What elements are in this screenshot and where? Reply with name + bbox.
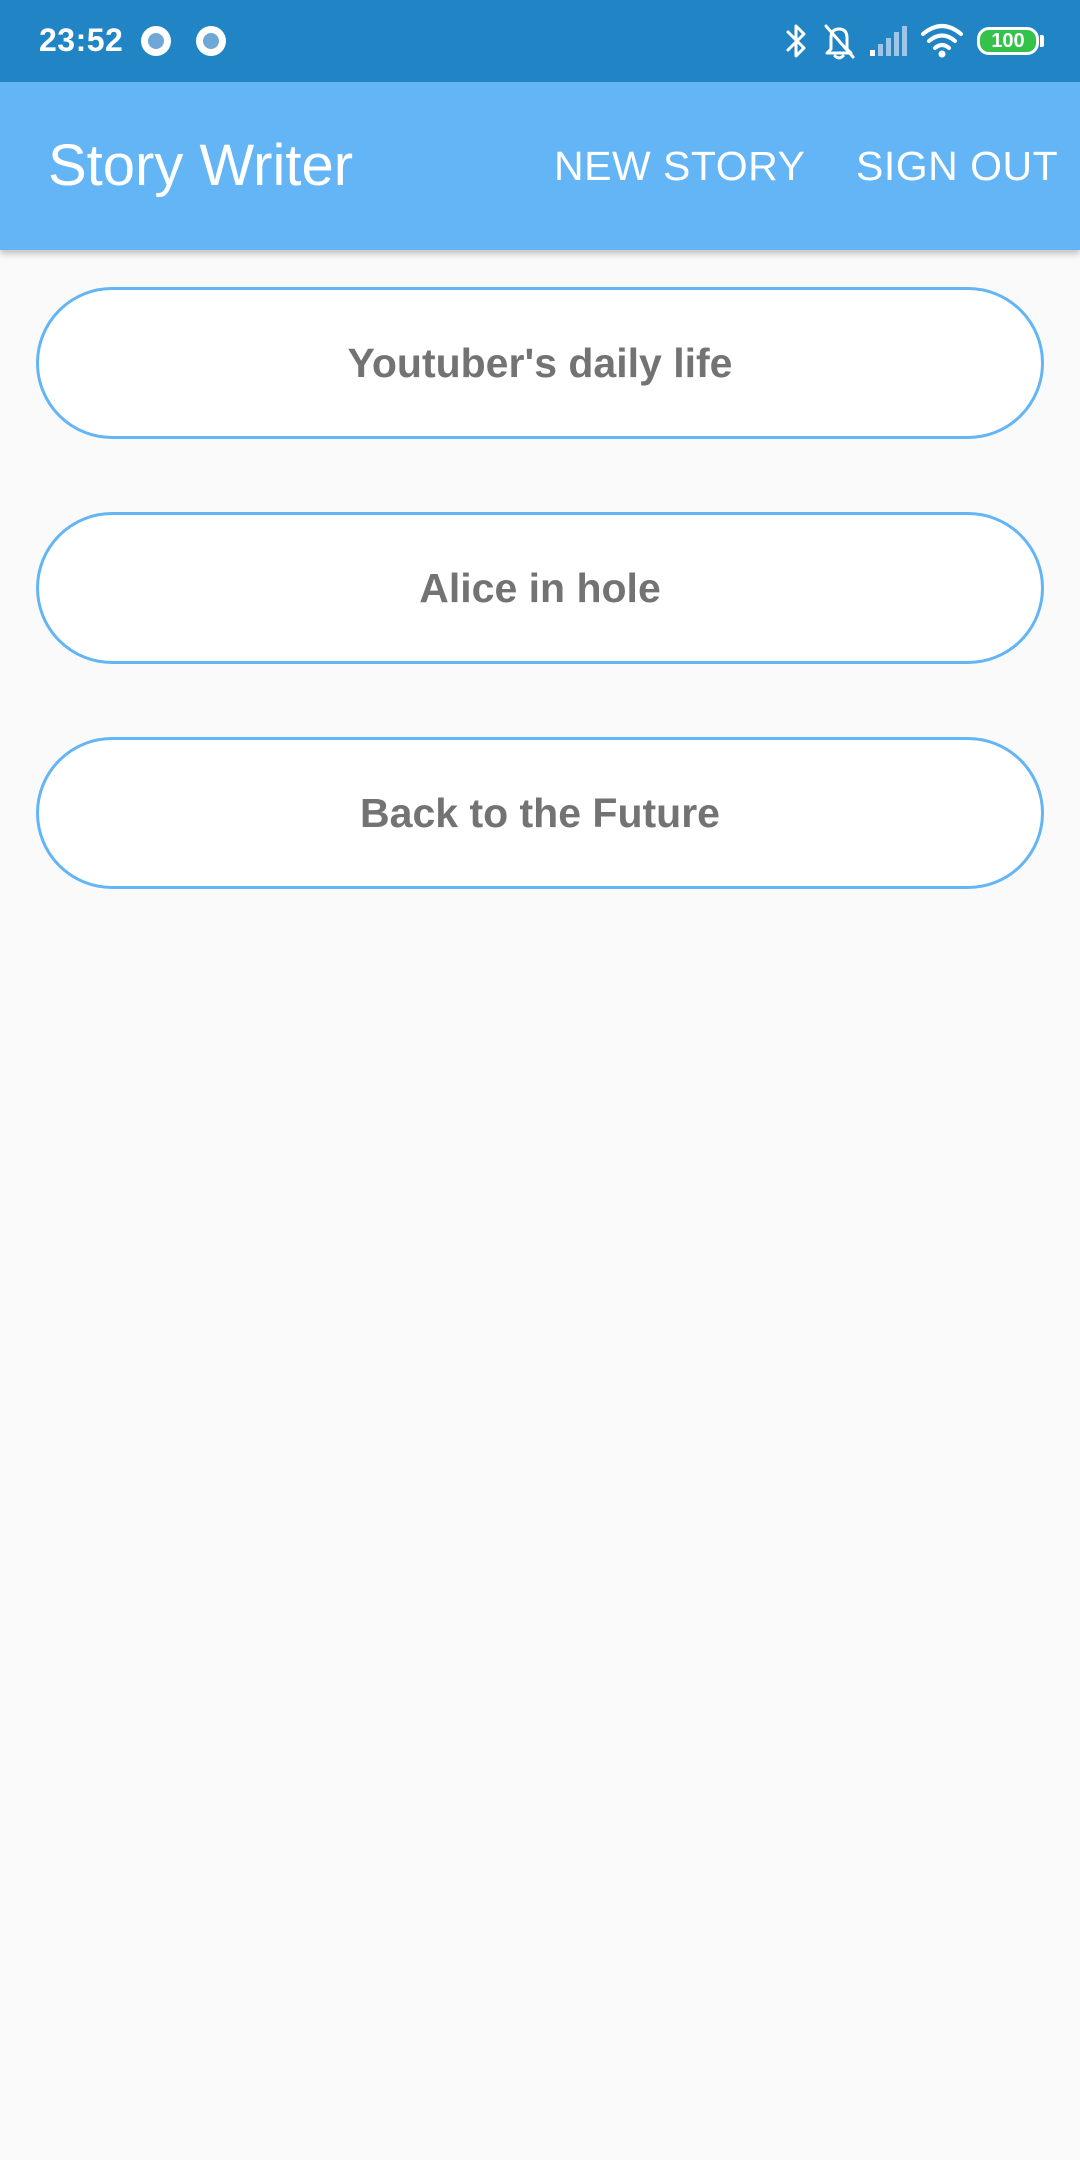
app-bar: Story Writer NEW STORY SIGN OUT [0, 82, 1080, 250]
status-bar: 23:52 100 [0, 0, 1080, 82]
story-list: Youtuber's daily life Alice in hole Back… [36, 287, 1044, 962]
battery-level: 100 [991, 30, 1025, 52]
app-title: Story Writer [48, 133, 354, 198]
story-button[interactable]: Alice in hole [36, 512, 1044, 664]
story-button[interactable]: Youtuber's daily life [36, 287, 1044, 439]
battery-icon: 100 [977, 27, 1039, 55]
story-button[interactable]: Back to the Future [36, 737, 1044, 889]
notification-circle-icon [196, 26, 226, 56]
status-time: 23:52 [39, 22, 124, 58]
sign-out-button[interactable]: SIGN OUT [856, 142, 1058, 190]
new-story-button[interactable]: NEW STORY [554, 142, 805, 190]
cell-signal-icon [870, 26, 907, 56]
bell-off-icon [824, 24, 855, 60]
notification-circle-icon [141, 26, 171, 56]
wifi-icon [921, 24, 963, 58]
bluetooth-icon [786, 24, 806, 58]
battery-tip [1040, 35, 1044, 47]
